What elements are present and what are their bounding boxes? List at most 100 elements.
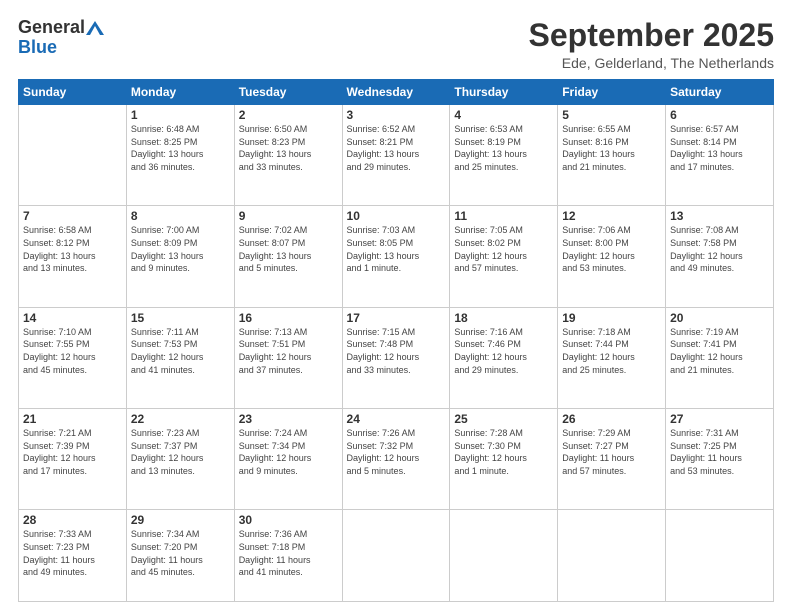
day-info: Sunrise: 7:29 AM Sunset: 7:27 PM Dayligh… — [562, 427, 661, 477]
day-number: 30 — [239, 513, 338, 527]
table-row — [666, 510, 774, 602]
table-row: 1Sunrise: 6:48 AM Sunset: 8:25 PM Daylig… — [126, 105, 234, 206]
header: General Blue September 2025 Ede, Gelderl… — [18, 18, 774, 71]
table-row: 9Sunrise: 7:02 AM Sunset: 8:07 PM Daylig… — [234, 206, 342, 307]
day-number: 19 — [562, 311, 661, 325]
day-number: 2 — [239, 108, 338, 122]
table-row: 16Sunrise: 7:13 AM Sunset: 7:51 PM Dayli… — [234, 307, 342, 408]
day-number: 26 — [562, 412, 661, 426]
day-info: Sunrise: 7:15 AM Sunset: 7:48 PM Dayligh… — [347, 326, 446, 376]
table-row: 7Sunrise: 6:58 AM Sunset: 8:12 PM Daylig… — [19, 206, 127, 307]
table-row: 8Sunrise: 7:00 AM Sunset: 8:09 PM Daylig… — [126, 206, 234, 307]
day-number: 25 — [454, 412, 553, 426]
table-row — [450, 510, 558, 602]
col-wednesday: Wednesday — [342, 80, 450, 105]
calendar-week-row: 21Sunrise: 7:21 AM Sunset: 7:39 PM Dayli… — [19, 409, 774, 510]
day-info: Sunrise: 7:10 AM Sunset: 7:55 PM Dayligh… — [23, 326, 122, 376]
subtitle: Ede, Gelderland, The Netherlands — [529, 55, 774, 71]
day-number: 3 — [347, 108, 446, 122]
day-info: Sunrise: 7:06 AM Sunset: 8:00 PM Dayligh… — [562, 224, 661, 274]
table-row — [19, 105, 127, 206]
day-info: Sunrise: 6:48 AM Sunset: 8:25 PM Dayligh… — [131, 123, 230, 173]
day-number: 24 — [347, 412, 446, 426]
col-saturday: Saturday — [666, 80, 774, 105]
day-number: 27 — [670, 412, 769, 426]
day-number: 10 — [347, 209, 446, 223]
day-number: 8 — [131, 209, 230, 223]
day-number: 5 — [562, 108, 661, 122]
day-number: 9 — [239, 209, 338, 223]
table-row: 22Sunrise: 7:23 AM Sunset: 7:37 PM Dayli… — [126, 409, 234, 510]
day-number: 23 — [239, 412, 338, 426]
table-row: 28Sunrise: 7:33 AM Sunset: 7:23 PM Dayli… — [19, 510, 127, 602]
table-row: 11Sunrise: 7:05 AM Sunset: 8:02 PM Dayli… — [450, 206, 558, 307]
day-info: Sunrise: 7:23 AM Sunset: 7:37 PM Dayligh… — [131, 427, 230, 477]
day-info: Sunrise: 7:18 AM Sunset: 7:44 PM Dayligh… — [562, 326, 661, 376]
day-info: Sunrise: 7:11 AM Sunset: 7:53 PM Dayligh… — [131, 326, 230, 376]
calendar-week-row: 14Sunrise: 7:10 AM Sunset: 7:55 PM Dayli… — [19, 307, 774, 408]
day-number: 20 — [670, 311, 769, 325]
table-row: 6Sunrise: 6:57 AM Sunset: 8:14 PM Daylig… — [666, 105, 774, 206]
day-info: Sunrise: 7:34 AM Sunset: 7:20 PM Dayligh… — [131, 528, 230, 578]
day-info: Sunrise: 6:58 AM Sunset: 8:12 PM Dayligh… — [23, 224, 122, 274]
day-info: Sunrise: 7:36 AM Sunset: 7:18 PM Dayligh… — [239, 528, 338, 578]
table-row: 30Sunrise: 7:36 AM Sunset: 7:18 PM Dayli… — [234, 510, 342, 602]
day-number: 21 — [23, 412, 122, 426]
day-info: Sunrise: 7:28 AM Sunset: 7:30 PM Dayligh… — [454, 427, 553, 477]
day-number: 7 — [23, 209, 122, 223]
table-row — [342, 510, 450, 602]
day-number: 1 — [131, 108, 230, 122]
day-info: Sunrise: 6:57 AM Sunset: 8:14 PM Dayligh… — [670, 123, 769, 173]
day-info: Sunrise: 6:55 AM Sunset: 8:16 PM Dayligh… — [562, 123, 661, 173]
col-friday: Friday — [558, 80, 666, 105]
day-number: 6 — [670, 108, 769, 122]
title-area: September 2025 Ede, Gelderland, The Neth… — [529, 18, 774, 71]
page: General Blue September 2025 Ede, Gelderl… — [0, 0, 792, 612]
table-row: 15Sunrise: 7:11 AM Sunset: 7:53 PM Dayli… — [126, 307, 234, 408]
day-number: 11 — [454, 209, 553, 223]
table-row: 21Sunrise: 7:21 AM Sunset: 7:39 PM Dayli… — [19, 409, 127, 510]
day-info: Sunrise: 7:13 AM Sunset: 7:51 PM Dayligh… — [239, 326, 338, 376]
table-row: 25Sunrise: 7:28 AM Sunset: 7:30 PM Dayli… — [450, 409, 558, 510]
calendar: Sunday Monday Tuesday Wednesday Thursday… — [18, 79, 774, 602]
day-info: Sunrise: 7:00 AM Sunset: 8:09 PM Dayligh… — [131, 224, 230, 274]
table-row: 20Sunrise: 7:19 AM Sunset: 7:41 PM Dayli… — [666, 307, 774, 408]
day-info: Sunrise: 6:53 AM Sunset: 8:19 PM Dayligh… — [454, 123, 553, 173]
day-info: Sunrise: 7:03 AM Sunset: 8:05 PM Dayligh… — [347, 224, 446, 274]
day-info: Sunrise: 6:50 AM Sunset: 8:23 PM Dayligh… — [239, 123, 338, 173]
col-tuesday: Tuesday — [234, 80, 342, 105]
col-monday: Monday — [126, 80, 234, 105]
table-row: 18Sunrise: 7:16 AM Sunset: 7:46 PM Dayli… — [450, 307, 558, 408]
calendar-week-row: 7Sunrise: 6:58 AM Sunset: 8:12 PM Daylig… — [19, 206, 774, 307]
table-row: 26Sunrise: 7:29 AM Sunset: 7:27 PM Dayli… — [558, 409, 666, 510]
table-row: 23Sunrise: 7:24 AM Sunset: 7:34 PM Dayli… — [234, 409, 342, 510]
day-number: 12 — [562, 209, 661, 223]
table-row: 27Sunrise: 7:31 AM Sunset: 7:25 PM Dayli… — [666, 409, 774, 510]
day-info: Sunrise: 7:19 AM Sunset: 7:41 PM Dayligh… — [670, 326, 769, 376]
day-info: Sunrise: 7:16 AM Sunset: 7:46 PM Dayligh… — [454, 326, 553, 376]
day-info: Sunrise: 7:26 AM Sunset: 7:32 PM Dayligh… — [347, 427, 446, 477]
calendar-header-row: Sunday Monday Tuesday Wednesday Thursday… — [19, 80, 774, 105]
day-info: Sunrise: 7:21 AM Sunset: 7:39 PM Dayligh… — [23, 427, 122, 477]
calendar-week-row: 1Sunrise: 6:48 AM Sunset: 8:25 PM Daylig… — [19, 105, 774, 206]
day-info: Sunrise: 7:05 AM Sunset: 8:02 PM Dayligh… — [454, 224, 553, 274]
table-row: 13Sunrise: 7:08 AM Sunset: 7:58 PM Dayli… — [666, 206, 774, 307]
day-number: 4 — [454, 108, 553, 122]
table-row: 17Sunrise: 7:15 AM Sunset: 7:48 PM Dayli… — [342, 307, 450, 408]
day-info: Sunrise: 7:31 AM Sunset: 7:25 PM Dayligh… — [670, 427, 769, 477]
day-number: 17 — [347, 311, 446, 325]
table-row: 29Sunrise: 7:34 AM Sunset: 7:20 PM Dayli… — [126, 510, 234, 602]
table-row — [558, 510, 666, 602]
logo-blue-text: Blue — [18, 38, 57, 58]
calendar-week-row: 28Sunrise: 7:33 AM Sunset: 7:23 PM Dayli… — [19, 510, 774, 602]
day-info: Sunrise: 7:24 AM Sunset: 7:34 PM Dayligh… — [239, 427, 338, 477]
table-row: 10Sunrise: 7:03 AM Sunset: 8:05 PM Dayli… — [342, 206, 450, 307]
table-row: 3Sunrise: 6:52 AM Sunset: 8:21 PM Daylig… — [342, 105, 450, 206]
table-row: 24Sunrise: 7:26 AM Sunset: 7:32 PM Dayli… — [342, 409, 450, 510]
day-number: 14 — [23, 311, 122, 325]
day-number: 15 — [131, 311, 230, 325]
table-row: 14Sunrise: 7:10 AM Sunset: 7:55 PM Dayli… — [19, 307, 127, 408]
logo-general: General — [18, 18, 104, 38]
table-row: 2Sunrise: 6:50 AM Sunset: 8:23 PM Daylig… — [234, 105, 342, 206]
table-row: 12Sunrise: 7:06 AM Sunset: 8:00 PM Dayli… — [558, 206, 666, 307]
